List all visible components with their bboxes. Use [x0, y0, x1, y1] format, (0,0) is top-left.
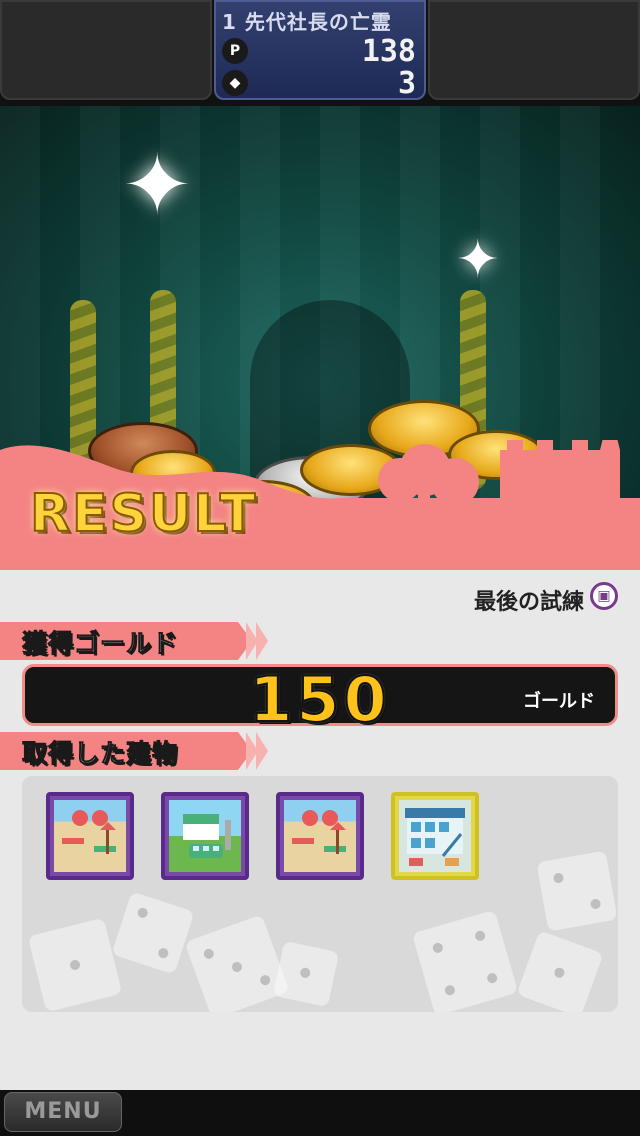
castle-silhouette — [500, 440, 620, 530]
dice-decoration — [184, 914, 290, 1012]
beach-building-icon[interactable] — [276, 792, 364, 880]
building-art — [399, 800, 471, 872]
menu-button[interactable]: MENU — [4, 1092, 122, 1132]
apartment-building-icon[interactable] — [391, 792, 479, 880]
dice-decoration — [516, 930, 604, 1012]
bus-station-building-icon[interactable] — [161, 792, 249, 880]
dice-decoration — [536, 850, 618, 932]
gold-unit: ゴールド — [523, 691, 595, 712]
buildings-heading-ribbon: 取得した建物 — [0, 732, 270, 770]
gem-icon: ◆ — [222, 70, 248, 96]
dice-decoration — [27, 917, 123, 1012]
items-value: 3 — [397, 66, 416, 101]
beach-building-icon[interactable] — [46, 792, 134, 880]
points-row: P 138 — [222, 34, 416, 69]
buildings-area — [22, 776, 618, 1012]
building-art — [169, 800, 241, 872]
dice-decoration — [272, 940, 340, 1008]
points-icon: P — [222, 38, 248, 64]
hud-right-slot — [428, 0, 640, 100]
bottom-bar: MENU — [0, 1090, 640, 1136]
result-panel: 最後の試練 ▣ 獲得ゴールド 150 ゴールド 取得した建物 — [0, 568, 640, 1090]
buildings-heading: 取得した建物 — [21, 739, 179, 769]
sparkle-icon: ✦ — [456, 230, 500, 290]
gold-heading-ribbon: 獲得ゴールド — [0, 622, 270, 660]
hud-left-slot — [0, 0, 212, 100]
gold-heading: 獲得ゴールド — [21, 629, 179, 659]
result-title: RESULT — [29, 483, 258, 545]
top-hud: 1 先代社長の亡霊 P 138 ◆ 3 — [0, 0, 640, 106]
stage-label: 最後の試練 — [473, 590, 584, 615]
building-art — [284, 800, 356, 872]
building-art — [54, 800, 126, 872]
stage-info-panel: 1 先代社長の亡霊 P 138 ◆ 3 — [214, 0, 426, 101]
items-row: ◆ 3 — [222, 66, 416, 101]
points-value: 138 — [361, 34, 416, 69]
sparkle-icon: ✦ — [122, 136, 193, 234]
train-icon: ▣ — [590, 582, 618, 610]
chevron-icon — [256, 732, 268, 770]
gold-display: 150 ゴールド — [22, 662, 618, 737]
chevron-icon — [256, 622, 268, 660]
dice-decoration — [411, 909, 519, 1012]
dice-decoration — [111, 891, 195, 975]
stage-title: 1 先代社長の亡霊 — [222, 10, 392, 34]
